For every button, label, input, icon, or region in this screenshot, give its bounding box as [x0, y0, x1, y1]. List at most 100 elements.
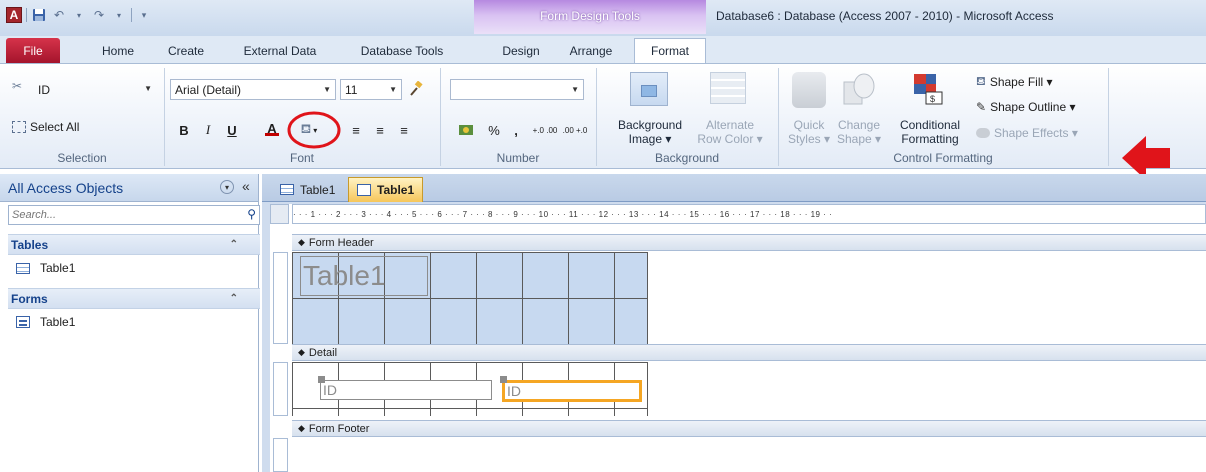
font-size-dropdown[interactable]: 11 ▼ — [340, 79, 402, 100]
nav-section-label: Tables — [11, 237, 49, 252]
increase-decimals-button[interactable]: +.0 .00 — [530, 120, 560, 140]
nav-search-box[interactable]: ⚲ — [8, 205, 260, 225]
alternate-row-color-button[interactable]: Alternate Row Color ▾ — [690, 118, 770, 146]
form-header-empty-area — [648, 252, 1206, 344]
font-group-label: Font — [289, 151, 314, 165]
comma-button[interactable]: , — [506, 120, 526, 140]
alternate-row-color-icon[interactable] — [710, 72, 746, 104]
conditional-formatting-button[interactable]: Conditional Formatting — [890, 118, 970, 146]
form-title-label[interactable]: Table1 — [300, 256, 428, 296]
document-area: Table1 Table1 · · · 1 · · · 2 · · · 3 · … — [262, 174, 1206, 472]
tab-arrange[interactable]: Arrange — [560, 38, 622, 63]
undo-icon[interactable]: ↶ — [51, 7, 67, 23]
tab-home[interactable]: Home — [92, 38, 144, 63]
conditional-label-line1: Conditional — [899, 118, 961, 132]
redo-dropdown-icon[interactable]: ▾ — [111, 7, 127, 23]
select-all-label: Select All — [30, 120, 80, 134]
textbox-move-handle[interactable] — [500, 376, 507, 383]
vertical-ruler — [273, 438, 288, 472]
change-shape-button[interactable]: Change Shape ▾ — [834, 118, 884, 146]
shape-outline-label: Shape Outline ▾ — [990, 100, 1076, 114]
chevron-down-icon: ▼ — [323, 85, 331, 94]
doc-tab-table1[interactable]: Table1 — [272, 177, 343, 202]
quick-styles-button[interactable]: Quick Styles ▾ — [784, 118, 834, 146]
align-center-icon[interactable]: ≡ — [370, 120, 390, 140]
background-image-label-line1: Background — [617, 118, 683, 132]
shutter-bar-close-icon[interactable]: « — [242, 178, 250, 194]
tab-design[interactable]: Design — [490, 38, 552, 63]
quick-styles-icon[interactable] — [792, 72, 826, 108]
save-icon[interactable] — [31, 7, 47, 23]
percent-button[interactable]: % — [484, 120, 504, 140]
collapse-chevron-icon[interactable]: ⌃ — [230, 239, 238, 250]
nav-section-forms[interactable]: Forms ⌃ — [8, 288, 260, 309]
form-selector[interactable] — [270, 204, 289, 224]
table-icon — [280, 184, 294, 195]
section-bar-detail[interactable]: ◆ Detail — [292, 344, 1206, 361]
nav-section-tables[interactable]: Tables ⌃ — [8, 234, 260, 255]
redo-icon[interactable]: ↷ — [91, 7, 107, 23]
decrease-decimals-button[interactable]: .00 +.0 — [560, 120, 590, 140]
search-input[interactable] — [9, 206, 229, 224]
shape-effects-label: Shape Effects ▾ — [994, 126, 1078, 140]
chevron-down-icon: ▼ — [389, 85, 397, 94]
nav-item-table1[interactable]: Table1 — [16, 258, 75, 278]
doc-tab-label: Table1 — [300, 182, 336, 197]
section-marker-icon: ◆ — [298, 237, 305, 247]
font-family-dropdown[interactable]: Arial (Detail) ▼ — [170, 79, 336, 100]
conditional-formatting-icon[interactable]: $ — [912, 72, 944, 106]
background-image-icon[interactable] — [630, 72, 668, 106]
doc-tab-form-table1[interactable]: Table1 — [348, 177, 424, 202]
search-icon[interactable]: ⚲ — [247, 207, 256, 221]
id-label-control[interactable]: ID — [320, 380, 492, 400]
undo-dropdown-icon[interactable]: ▾ — [71, 7, 87, 23]
object-selector-dropdown[interactable]: ID ▼ — [34, 79, 156, 100]
nav-pane-header[interactable]: All Access Objects ▾ « — [0, 174, 258, 202]
access-app-icon[interactable]: A — [6, 7, 22, 23]
background-image-button[interactable]: Background Image ▾ — [608, 118, 692, 146]
change-shape-icon[interactable] — [842, 72, 876, 108]
collapse-chevron-icon[interactable]: ⌃ — [230, 293, 238, 304]
nav-item-form-table1[interactable]: Table1 — [16, 312, 75, 332]
nav-item-label: Table1 — [40, 315, 76, 329]
qat-separator — [26, 8, 27, 22]
customize-qat-icon[interactable]: ▾ — [136, 7, 152, 23]
qat-separator — [131, 8, 132, 22]
font-color-bar — [265, 132, 279, 136]
currency-icon[interactable] — [456, 120, 476, 140]
pencil-icon: ✎ — [976, 100, 987, 114]
italic-button[interactable]: I — [198, 120, 218, 140]
format-painter-icon[interactable] — [406, 79, 426, 99]
shape-fill-button[interactable]: ⛾ Shape Fill ▾ — [976, 74, 1053, 90]
doc-tab-label: Table1 — [377, 183, 415, 197]
object-selector-icon: ✂ — [12, 79, 23, 93]
bold-button[interactable]: B — [174, 120, 194, 140]
selection-group-label: Selection — [57, 151, 107, 165]
tab-database-tools[interactable]: Database Tools — [348, 38, 456, 63]
nav-menu-chevron-icon[interactable]: ▾ — [220, 180, 234, 194]
underline-button[interactable]: U — [222, 120, 242, 140]
select-all-button[interactable]: Select All — [12, 120, 79, 134]
label-move-handle[interactable] — [318, 376, 325, 383]
vertical-ruler — [273, 252, 288, 344]
form-footer-area[interactable] — [292, 438, 1206, 472]
section-bar-form-footer[interactable]: ◆ Form Footer — [292, 420, 1206, 437]
vertical-ruler — [273, 362, 288, 416]
section-bar-form-header[interactable]: ◆ Form Header — [292, 234, 1206, 251]
tab-format[interactable]: Format — [634, 38, 706, 63]
id-textbox-control[interactable]: ID — [502, 380, 642, 402]
align-right-icon[interactable]: ≡ — [394, 120, 414, 140]
font-family-value: Arial (Detail) — [175, 82, 242, 97]
tab-create[interactable]: Create — [160, 38, 212, 63]
tab-external-data[interactable]: External Data — [228, 38, 332, 63]
tab-file[interactable]: File — [6, 38, 60, 63]
align-left-icon[interactable]: ≡ — [346, 120, 366, 140]
shape-effects-button[interactable]: Shape Effects ▾ — [976, 126, 1078, 140]
section-label: Form Footer — [308, 422, 370, 435]
font-color-button[interactable]: A — [262, 118, 282, 138]
form-icon — [16, 316, 30, 328]
shape-outline-button[interactable]: ✎ Shape Outline ▾ — [976, 100, 1075, 114]
quick-styles-label-line2: Styles ▾ — [787, 132, 831, 146]
form-design-tools-label: Form Design Tools — [540, 9, 640, 23]
number-format-dropdown[interactable]: ▼ — [450, 79, 584, 100]
